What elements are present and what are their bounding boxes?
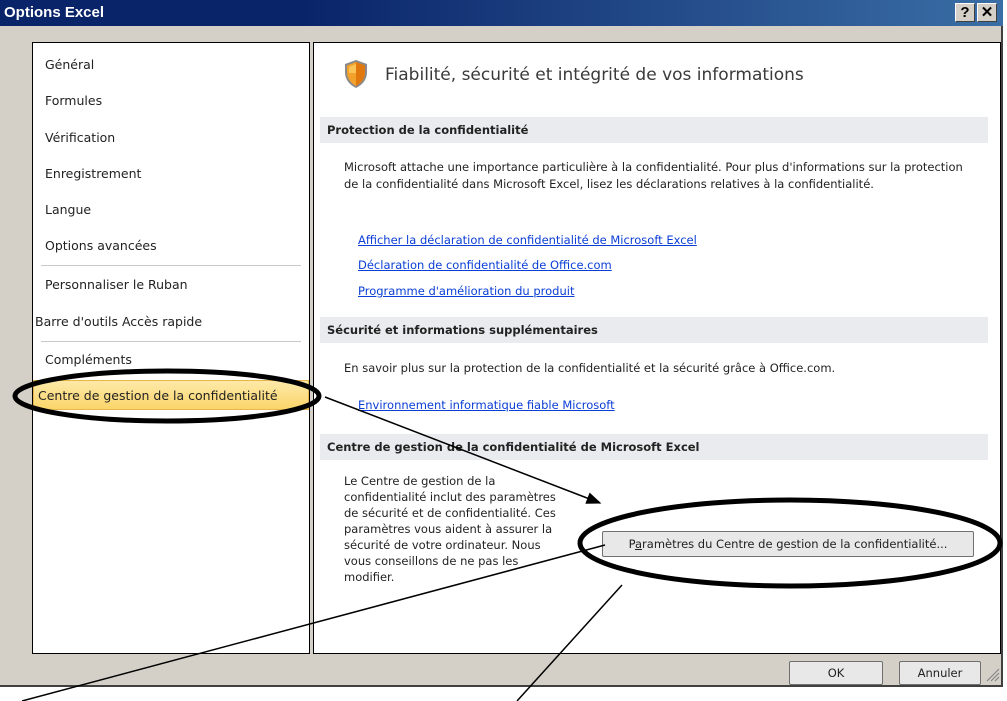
sidebar-item-language[interactable]: Langue <box>33 195 309 225</box>
close-button[interactable]: ✕ <box>977 3 997 22</box>
sidebar-item-label: Compléments <box>45 352 132 367</box>
trust-center-settings-mnemonic: a <box>634 537 643 551</box>
cancel-button[interactable]: Annuler <box>899 661 981 685</box>
sidebar-item-label: Enregistrement <box>45 166 142 181</box>
trust-center-settings-label-end: ramètres du Centre de gestion de la conf… <box>642 537 948 551</box>
sidebar-item-label: Vérification <box>45 130 116 145</box>
sidebar-item-label: Barre d'outils Accès rapide <box>35 314 203 329</box>
link-improvement-program[interactable]: Programme d'amélioration du produit <box>358 284 574 298</box>
link-trustworthy-computing[interactable]: Environnement informatique fiable Micros… <box>358 398 615 412</box>
sidebar-item-addins[interactable]: Compléments <box>33 345 309 375</box>
page-heading: Fiabilité, sécurité et intégrité de vos … <box>385 65 804 85</box>
trust-center-text-line: Le Centre de gestion de la <box>344 474 496 488</box>
sidebar-item-trust-center[interactable]: Centre de gestion de la confidentialité <box>33 380 309 410</box>
section-header-trust-center: Centre de gestion de la confidentialité … <box>320 434 988 460</box>
link-office-privacy-statement[interactable]: Déclaration de confidentialité de Office… <box>358 258 612 272</box>
trust-center-text-line: confidentialité inclut des paramètres <box>344 490 556 504</box>
window-title: Options Excel <box>4 4 105 21</box>
shield-icon <box>345 60 367 88</box>
title-bar[interactable]: Options Excel ? ✕ <box>0 0 1003 26</box>
trust-center-settings-button[interactable]: Paramètres du Centre de gestion de la co… <box>602 531 974 557</box>
trust-center-text-line: vous conseillons de ne pas les <box>344 554 519 568</box>
help-button[interactable]: ? <box>955 3 975 22</box>
sidebar-item-customize-ribbon[interactable]: Personnaliser le Ruban <box>33 270 309 300</box>
sidebar-item-quick-access[interactable]: Barre d'outils Accès rapide <box>33 307 309 337</box>
trust-center-text-line: modifier. <box>344 570 395 584</box>
sidebar-item-label: Options avancées <box>45 238 157 253</box>
ok-button[interactable]: OK <box>789 661 883 685</box>
trust-center-text-line: paramètres vous aident à assurer la <box>344 522 553 536</box>
options-dialog: Options Excel ? ✕ Général Formules Vérif… <box>0 0 1003 687</box>
trust-center-text-line: sécurité de votre ordinateur. Nous <box>344 538 541 552</box>
sidebar-divider <box>41 341 301 342</box>
sidebar-item-label: Personnaliser le Ruban <box>45 277 188 292</box>
resize-grip-icon[interactable] <box>986 668 1000 682</box>
sidebar-nav: Général Formules Vérification Enregistre… <box>32 42 310 654</box>
sidebar-item-formulas[interactable]: Formules <box>33 86 309 116</box>
sidebar-item-label: Général <box>45 57 95 72</box>
sidebar-item-save[interactable]: Enregistrement <box>33 159 309 189</box>
section-header-privacy: Protection de la confidentialité <box>320 117 988 143</box>
sidebar-item-label: Centre de gestion de la confidentialité <box>38 388 278 403</box>
section-header-security: Sécurité et informations supplémentaires <box>320 317 988 343</box>
sidebar-item-label: Langue <box>45 202 92 217</box>
security-description: En savoir plus sur la protection de la c… <box>344 361 836 375</box>
sidebar-item-advanced[interactable]: Options avancées <box>33 231 309 261</box>
sidebar-item-proofing[interactable]: Vérification <box>33 123 309 153</box>
sidebar-item-label: Formules <box>45 93 103 108</box>
sidebar-divider <box>41 265 301 266</box>
sidebar-item-general[interactable]: Général <box>33 50 309 80</box>
trust-center-text-line: de sécurité et de confidentialité. Ces <box>344 506 556 520</box>
link-excel-privacy-statement[interactable]: Afficher la déclaration de confidentiali… <box>358 233 697 247</box>
privacy-description: Microsoft attache une importance particu… <box>344 160 963 191</box>
